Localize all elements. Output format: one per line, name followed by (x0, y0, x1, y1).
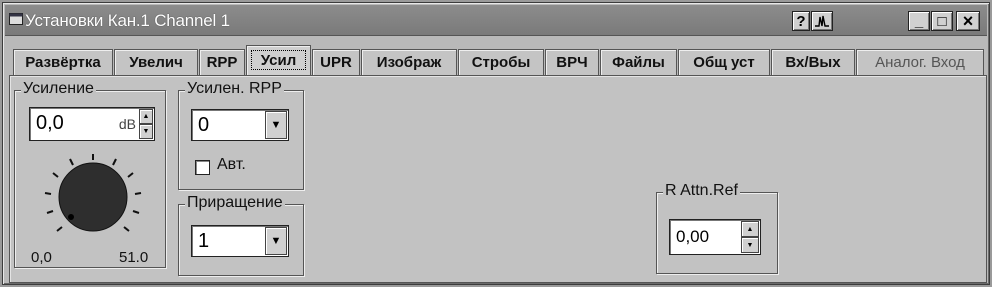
knob-max-label: 51.0 (119, 249, 149, 266)
window-title: Установки Кан.1 Channel 1 (25, 11, 230, 30)
gain-group: Усиление 0,0 dB ▲ ▼ 0,0 51.0 (14, 80, 166, 268)
tab-obsch-ust[interactable]: Общ уст (678, 49, 770, 75)
gain-group-label: Усиление (21, 80, 96, 98)
chevron-down-icon: ▼ (270, 119, 282, 131)
gain-spin-down-button[interactable]: ▼ (139, 124, 153, 139)
waveform-button[interactable] (811, 11, 833, 31)
gain-unit: dB (118, 116, 136, 132)
tab-vh-vyh[interactable]: Вх/Вых (771, 49, 855, 75)
attn-ref-spin-down-button[interactable]: ▼ (741, 237, 759, 253)
rpp-gain-group-label: Усилен. RPP (185, 80, 284, 98)
minimize-button[interactable]: _ (908, 11, 930, 31)
tab-rpp[interactable]: RPP (199, 49, 245, 75)
attn-ref-group: R Attn.Ref 0,00 ▲ ▼ (656, 182, 778, 274)
rpp-gain-value: 0 (198, 114, 210, 136)
auto-checkbox[interactable] (195, 160, 210, 175)
tab-usil[interactable]: Усил (246, 45, 311, 75)
maximize-button[interactable]: □ (931, 11, 953, 31)
tab-razvertka[interactable]: Развёртка (13, 49, 113, 75)
attn-ref-spin-field[interactable]: 0,00 ▲ ▼ (669, 219, 761, 255)
tab-izobrazh[interactable]: Изображ (361, 49, 457, 75)
settings-window: Установки Кан.1 Channel 1 ? _ □ × Развёр… (2, 2, 990, 285)
attn-ref-spin-up-button[interactable]: ▲ (741, 221, 759, 237)
tab-upr[interactable]: UPR (312, 49, 360, 75)
tab-vrch[interactable]: ВРЧ (545, 49, 599, 75)
window-app-icon (9, 13, 23, 25)
tab-panel-usil: Усиление 0,0 dB ▲ ▼ 0,0 51.0 Усилен. RPP… (9, 75, 987, 283)
waveform-icon (815, 15, 829, 27)
title-bar[interactable]: Установки Кан.1 Channel 1 ? _ □ × (5, 5, 987, 36)
attn-ref-group-label: R Attn.Ref (663, 182, 740, 200)
gain-value: 0,0 (36, 112, 64, 134)
increment-dropdown-button[interactable]: ▼ (265, 227, 287, 255)
tab-uvelich[interactable]: Увелич (114, 49, 198, 75)
close-button[interactable]: × (956, 11, 980, 31)
tab-stroby[interactable]: Стробы (458, 49, 544, 75)
increment-group: Приращение 1 ▼ (178, 194, 304, 276)
gain-knob[interactable] (35, 149, 151, 247)
rpp-gain-dropdown-button[interactable]: ▼ (265, 111, 287, 139)
attn-ref-value: 0,00 (676, 227, 710, 246)
tab-analog-vhod[interactable]: Аналог. Вход (856, 49, 984, 75)
knob-min-label: 0,0 (31, 249, 52, 266)
rpp-gain-select[interactable]: 0 ▼ (191, 109, 289, 141)
attn-ref-spinner: ▲ ▼ (741, 221, 759, 253)
increment-select[interactable]: 1 ▼ (191, 225, 289, 257)
knob-pointer-dot (68, 214, 74, 220)
increment-group-label: Приращение (185, 194, 285, 212)
auto-checkbox-label: Авт. (217, 156, 246, 173)
chevron-down-icon: ▼ (270, 235, 282, 247)
gain-spin-up-button[interactable]: ▲ (139, 109, 153, 124)
increment-value: 1 (198, 230, 210, 252)
help-button[interactable]: ? (792, 11, 810, 31)
gain-spinner: ▲ ▼ (139, 109, 153, 139)
rpp-gain-group: Усилен. RPP 0 ▼ Авт. (178, 80, 304, 190)
gain-spin-field[interactable]: 0,0 dB ▲ ▼ (29, 107, 155, 141)
tab-faily[interactable]: Файлы (600, 49, 677, 75)
